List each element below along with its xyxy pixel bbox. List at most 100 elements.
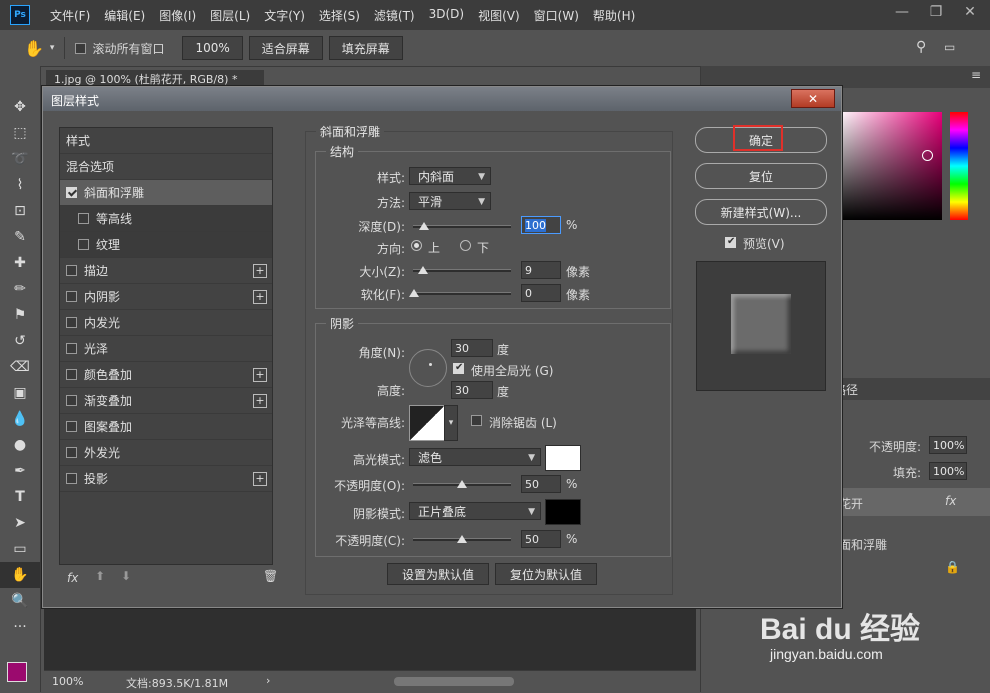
gloss-contour-preview[interactable]: [409, 405, 445, 441]
style-item[interactable]: 纹理: [60, 232, 272, 258]
style-item-checkbox[interactable]: [66, 187, 77, 198]
depth-input[interactable]: 100: [521, 216, 561, 234]
style-item[interactable]: 等高线: [60, 206, 272, 232]
add-effect-icon[interactable]: +: [253, 393, 267, 408]
style-item-checkbox[interactable]: [66, 421, 77, 432]
menu-view[interactable]: 视图(V): [478, 7, 520, 24]
style-item[interactable]: 描边 +: [60, 258, 272, 284]
panel-menu-icon[interactable]: ≡: [971, 68, 981, 82]
status-zoom[interactable]: 100%: [52, 675, 83, 688]
chevron-down-icon[interactable]: ▾: [50, 43, 55, 53]
workspace-icon[interactable]: ▭: [944, 40, 955, 54]
style-item[interactable]: 投影 +: [60, 466, 272, 492]
marquee-tool-icon[interactable]: ⬚: [0, 120, 40, 146]
minimize-icon[interactable]: —: [888, 0, 916, 24]
highlight-opacity-input[interactable]: 50: [521, 475, 561, 493]
menu-image[interactable]: 图像(I): [159, 7, 196, 24]
fx-menu-icon[interactable]: fx: [67, 571, 78, 585]
horizontal-scrollbar[interactable]: [394, 677, 514, 686]
move-tool-icon[interactable]: ✥: [0, 94, 40, 120]
style-item[interactable]: 斜面和浮雕: [60, 180, 272, 206]
move-down-icon[interactable]: ⬇: [121, 569, 131, 583]
style-item[interactable]: 渐变叠加 +: [60, 388, 272, 414]
style-item[interactable]: 外发光: [60, 440, 272, 466]
add-effect-icon[interactable]: +: [253, 471, 267, 486]
zoom-100-button[interactable]: 100%: [182, 36, 243, 60]
size-input[interactable]: 9: [521, 261, 561, 279]
style-select[interactable]: 内斜面 ▼: [409, 167, 491, 185]
soften-slider[interactable]: [413, 292, 511, 295]
search-icon[interactable]: ⚲: [916, 39, 926, 55]
add-effect-icon[interactable]: +: [253, 367, 267, 382]
size-slider-thumb[interactable]: [418, 266, 428, 274]
color-picker-field[interactable]: [838, 112, 942, 220]
gradient-tool-icon[interactable]: ▣: [0, 380, 40, 406]
zoom-tool-icon[interactable]: 🔍: [0, 588, 40, 614]
shadow-mode-select[interactable]: 正片叠底 ▼: [409, 502, 541, 520]
soften-slider-thumb[interactable]: [409, 289, 419, 297]
style-item[interactable]: 颜色叠加 +: [60, 362, 272, 388]
layer-fill-field[interactable]: 100%: [929, 462, 967, 480]
angle-input[interactable]: 30: [451, 339, 493, 357]
menu-edit[interactable]: 编辑(E): [104, 7, 145, 24]
depth-slider-thumb[interactable]: [419, 222, 429, 230]
crop-tool-icon[interactable]: ⊡: [0, 198, 40, 224]
menu-help[interactable]: 帮助(H): [593, 7, 635, 24]
add-effect-icon[interactable]: +: [253, 263, 267, 278]
blending-options-item[interactable]: 混合选项: [60, 154, 272, 180]
add-effect-icon[interactable]: +: [253, 289, 267, 304]
eraser-tool-icon[interactable]: ⌫: [0, 354, 40, 380]
menu-layer[interactable]: 图层(L): [210, 7, 250, 24]
shadow-opacity-thumb[interactable]: [457, 535, 467, 543]
brush-tool-icon[interactable]: ✏: [0, 276, 40, 302]
style-item-checkbox[interactable]: [66, 447, 77, 458]
style-item[interactable]: 图案叠加: [60, 414, 272, 440]
soften-input[interactable]: 0: [521, 284, 561, 302]
path-select-icon[interactable]: ➤: [0, 510, 40, 536]
close-window-icon[interactable]: ✕: [956, 0, 984, 24]
style-item[interactable]: 光泽: [60, 336, 272, 362]
reset-button[interactable]: 复位: [695, 163, 827, 189]
menu-select[interactable]: 选择(S): [319, 7, 360, 24]
blur-tool-icon[interactable]: 💧: [0, 406, 40, 432]
pen-tool-icon[interactable]: ✒: [0, 458, 40, 484]
new-style-button[interactable]: 新建样式(W)...: [695, 199, 827, 225]
direction-down-radio[interactable]: [460, 240, 471, 251]
restore-icon[interactable]: ❐: [922, 0, 950, 24]
style-item-checkbox[interactable]: [66, 343, 77, 354]
more-tools-icon[interactable]: ···: [0, 614, 40, 640]
style-item-checkbox[interactable]: [66, 265, 77, 276]
technique-select[interactable]: 平滑 ▼: [409, 192, 491, 210]
type-tool-icon[interactable]: T: [0, 484, 40, 510]
menu-window[interactable]: 窗口(W): [534, 7, 579, 24]
direction-up-radio[interactable]: [411, 240, 422, 251]
style-item-checkbox[interactable]: [66, 291, 77, 302]
highlight-mode-select[interactable]: 滤色 ▼: [409, 448, 541, 466]
style-item[interactable]: 内发光: [60, 310, 272, 336]
hand-tool-icon[interactable]: ✋: [0, 562, 40, 588]
highlight-opacity-thumb[interactable]: [457, 480, 467, 488]
move-up-icon[interactable]: ⬆: [95, 569, 105, 583]
make-default-button[interactable]: 设置为默认值: [387, 563, 489, 585]
foreground-color-swatch[interactable]: [7, 662, 27, 682]
hand-tool-icon[interactable]: ✋: [24, 39, 44, 58]
style-item-checkbox[interactable]: [66, 395, 77, 406]
style-item-checkbox[interactable]: [78, 239, 89, 250]
angle-dial[interactable]: [409, 349, 447, 387]
styles-header[interactable]: 样式: [60, 128, 272, 154]
quick-select-tool-icon[interactable]: ⌇: [0, 172, 40, 198]
style-item-checkbox[interactable]: [66, 473, 77, 484]
healing-tool-icon[interactable]: ✚: [0, 250, 40, 276]
lasso-tool-icon[interactable]: ➰: [0, 146, 40, 172]
fill-screen-button[interactable]: 填充屏幕: [328, 36, 403, 60]
fit-screen-button[interactable]: 适合屏幕: [248, 36, 323, 60]
chevron-right-icon[interactable]: ›: [266, 674, 270, 687]
shape-tool-icon[interactable]: ▭: [0, 536, 40, 562]
history-brush-icon[interactable]: ↺: [0, 328, 40, 354]
style-item-checkbox[interactable]: [66, 369, 77, 380]
menu-filter[interactable]: 滤镜(T): [374, 7, 415, 24]
scroll-all-checkbox[interactable]: [75, 42, 87, 54]
reset-default-button[interactable]: 复位为默认值: [495, 563, 597, 585]
menu-type[interactable]: 文字(Y): [264, 7, 305, 24]
style-item-checkbox[interactable]: [78, 213, 89, 224]
